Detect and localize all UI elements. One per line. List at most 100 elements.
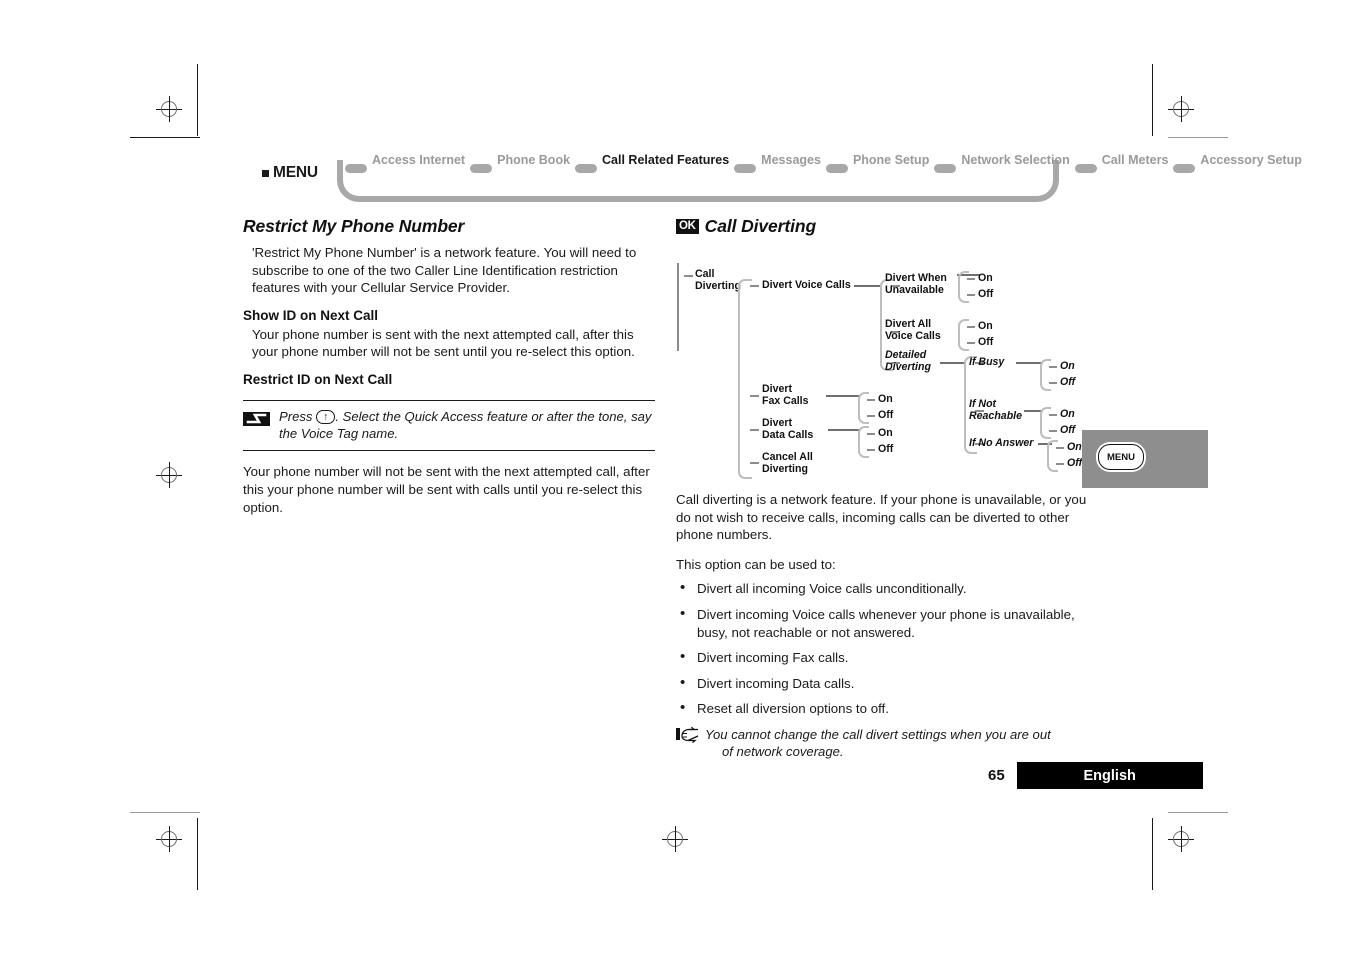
breadcrumb-item-network-selection[interactable]: Network Selection (961, 152, 1069, 168)
tree-stub-unavailable-on (967, 278, 975, 281)
tree-stub-if-not-reachable-on (1049, 414, 1057, 417)
registration-mark-bottom-left (156, 826, 182, 852)
tree-stub-unavailable-off (967, 294, 975, 297)
note-text-after-key: . Select the Quick Access feature or aft… (279, 408, 652, 442)
call-diverting-bullet-list: Divert all incoming Voice calls uncondit… (676, 579, 1088, 718)
registration-mark-bottom-right (1168, 826, 1194, 852)
network-coverage-note-text: You cannot change the call divert settin… (705, 726, 1051, 761)
restrict-id-closing-paragraph: Your phone number will not be sent with … (243, 464, 650, 515)
crop-mark-bottom-right-vertical (1152, 818, 1154, 890)
call-diverting-menu-tree: Call Diverting Divert Voice Calls Divert… (676, 243, 1088, 491)
breadcrumb-nav: MENU Access Internet Phone Book Call Rel… (262, 152, 1302, 204)
tree-label-data-on: On (878, 427, 893, 439)
list-item: Reset all diversion options to off. (676, 699, 1088, 718)
tree-label-data-off: Off (878, 443, 894, 455)
breadcrumb-item-call-related-features[interactable]: Call Related Features (602, 152, 729, 168)
lightning-bolt-icon (243, 411, 270, 426)
tree-label-if-not-reachable-on: On (1060, 408, 1075, 420)
tree-bracket-if-not-reachable-onoff (1040, 407, 1051, 439)
tree-bracket-unavailable-onoff (958, 271, 969, 303)
quick-access-note: Press ↑. Select the Quick Access feature… (243, 399, 655, 452)
tree-connector-voice (854, 285, 882, 287)
tree-label-detailed-diverting: Detailed Diverting (885, 349, 931, 373)
tree-stub-if-busy-off (1049, 382, 1057, 385)
tree-label-call-diverting: Call Diverting (695, 268, 741, 292)
tree-label-cancel-all-diverting: Cancel All Diverting (762, 451, 813, 475)
breadcrumb-item-messages[interactable]: Messages (761, 152, 821, 168)
breadcrumb-separator (345, 164, 367, 173)
tree-stub-data-on (867, 433, 875, 436)
call-diverting-lead-in: This option can be used to: (676, 556, 836, 572)
call-diverting-intro-paragraph: Call diverting is a network feature. If … (676, 492, 1087, 543)
page-title-call-diverting: Call Diverting (704, 216, 817, 236)
tree-stub-fax-off (867, 415, 875, 418)
tree-connector-detailed (940, 362, 966, 364)
tree-connector-data-onoff (828, 429, 860, 431)
crop-mark-top-left-horizontal (130, 137, 200, 139)
tree-stub-root (684, 275, 693, 278)
left-column: Restrict My Phone Number 'Restrict My Ph… (243, 216, 655, 516)
tree-stub-if-busy-on (1049, 366, 1057, 369)
breadcrumb-separator (825, 164, 848, 173)
tree-label-divert-when-unavailable: Divert When Unavailable (885, 272, 947, 296)
list-item: Divert incoming Data calls. (676, 674, 1088, 693)
breadcrumb-separator (734, 164, 757, 173)
registration-mark-top-right (1168, 96, 1194, 122)
breadcrumb-separator (1074, 164, 1097, 173)
tree-stub-cancel-all-diverting (750, 462, 759, 465)
right-column: OK Call Diverting Call Diverting Divert … (676, 216, 1088, 761)
tree-stub-if-not-reachable-off (1049, 430, 1057, 433)
list-item: Divert incoming Voice calls whenever you… (676, 605, 1088, 641)
tree-label-if-busy-off: Off (1060, 376, 1076, 388)
registration-mark-bottom-center (662, 826, 688, 852)
language-bar: English (1016, 762, 1203, 789)
tree-stub-divert-voice-calls (750, 285, 759, 288)
tree-stub-fax-on (867, 399, 875, 402)
breadcrumb-items: Access Internet Phone Book Call Related … (340, 152, 1302, 198)
menu-thumb-tab[interactable]: MENU (1082, 430, 1208, 488)
page-number: 65 (988, 767, 1005, 784)
page-footer: 65 English (988, 762, 1203, 789)
tree-label-if-not-reachable-off: Off (1060, 424, 1076, 436)
crop-mark-top-right-vertical (1152, 64, 1154, 136)
crop-mark-bottom-left-vertical (197, 818, 199, 890)
list-item: Divert incoming Fax calls. (676, 648, 1088, 667)
tree-label-divert-data-calls: Divert Data Calls (762, 417, 814, 441)
tree-label-divert-fax-calls: Divert Fax Calls (762, 383, 809, 407)
breadcrumb-item-accessory-setup[interactable]: Accessory Setup (1200, 152, 1301, 168)
tree-bracket-all-voice-onoff (958, 319, 969, 351)
tree-bracket-level1 (738, 279, 752, 479)
crop-mark-bottom-left-horizontal (130, 812, 200, 814)
tree-label-unavailable-off: Off (978, 288, 994, 300)
tree-label-if-not-reachable: If Not Reachable (969, 398, 1022, 422)
breadcrumb-separator (470, 164, 493, 173)
tree-label-if-no-answer-on: On (1067, 441, 1082, 453)
call-diverting-heading: OK Call Diverting (676, 216, 1088, 237)
tree-connector-if-busy-onoff (1016, 362, 1042, 364)
quick-access-note-text: Press ↑. Select the Quick Access feature… (279, 408, 655, 442)
network-coverage-note: You cannot change the call divert settin… (676, 726, 1088, 761)
breadcrumb-item-call-meters[interactable]: Call Meters (1102, 152, 1169, 168)
crop-mark-bottom-right-horizontal (1168, 812, 1228, 814)
breadcrumb-item-phone-book[interactable]: Phone Book (497, 152, 570, 168)
tree-label-fax-on: On (878, 393, 893, 405)
tree-stub-data-off (867, 449, 875, 452)
tree-stub-divert-data-calls (750, 429, 759, 432)
tree-stub-if-no-answer-off (1056, 463, 1064, 466)
list-item: Divert all incoming Voice calls uncondit… (676, 579, 1088, 598)
tree-stub-all-voice-on (967, 326, 975, 329)
breadcrumb-separator (934, 164, 957, 173)
note-text-before-key: Press (279, 408, 317, 424)
tree-label-all-voice-on: On (978, 320, 993, 332)
menu-button[interactable]: MENU (1098, 444, 1144, 470)
tree-stub-divert-fax-calls (750, 395, 759, 398)
tree-label-unavailable-on: On (978, 272, 993, 284)
breadcrumb-item-access-internet[interactable]: Access Internet (372, 152, 465, 168)
pointing-hand-icon (676, 726, 702, 748)
network-coverage-note-line1: You cannot change the call divert settin… (705, 726, 1051, 742)
tree-label-fax-off: Off (878, 409, 894, 421)
subheading-restrict-id-on-next-call: Restrict ID on Next Call (243, 371, 393, 387)
crop-mark-top-left-vertical (197, 64, 199, 136)
breadcrumb-item-phone-setup[interactable]: Phone Setup (853, 152, 929, 168)
crop-mark-top-right-horizontal (1168, 137, 1228, 139)
